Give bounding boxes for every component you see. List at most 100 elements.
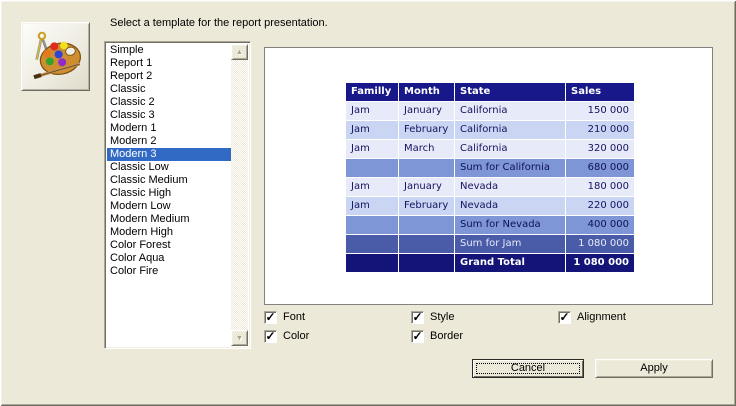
table-cell: Sum for Jam xyxy=(455,235,565,253)
checkbox-border-label: Border xyxy=(430,330,463,343)
template-option[interactable]: Simple xyxy=(107,44,231,57)
table-cell: California xyxy=(455,102,565,120)
column-header: State xyxy=(455,83,565,101)
palette-icon xyxy=(21,22,90,91)
column-header: Familly xyxy=(346,83,398,101)
table-cell xyxy=(399,159,454,177)
preview-table-header-row: Familly Month State Sales xyxy=(346,83,634,101)
listbox-scrollbar[interactable]: ▲ ▼ xyxy=(231,44,248,346)
table-row-grand-total: Grand Total 1 080 000 xyxy=(346,254,634,272)
cancel-button-label: Cancel xyxy=(511,362,545,374)
checkbox-alignment-box[interactable]: ✓ xyxy=(558,311,571,324)
template-option[interactable]: Color Forest xyxy=(107,239,231,252)
table-cell: 210 000 xyxy=(566,121,634,139)
table-cell: 180 000 xyxy=(566,178,634,196)
table-cell: February xyxy=(399,121,454,139)
table-row-subtotal: Sum for Jam 1 080 000 xyxy=(346,235,634,253)
table-cell xyxy=(346,216,398,234)
template-list-items: Simple Report 1 Report 2 Classic Classic… xyxy=(107,44,231,346)
cancel-button[interactable]: Cancel xyxy=(472,359,584,378)
template-option[interactable]: Classic xyxy=(107,83,231,96)
check-icon: ✓ xyxy=(265,312,275,322)
table-cell: 400 000 xyxy=(566,216,634,234)
table-row: Jam January Nevada 180 000 xyxy=(346,178,634,196)
template-option[interactable]: Classic Medium xyxy=(107,174,231,187)
template-option[interactable]: Modern Low xyxy=(107,200,231,213)
table-cell: 150 000 xyxy=(566,102,634,120)
table-cell: Jam xyxy=(346,178,398,196)
table-cell: January xyxy=(399,102,454,120)
checkbox-color[interactable]: ✓ Color xyxy=(264,330,309,343)
checkbox-style-box[interactable]: ✓ xyxy=(411,311,424,324)
check-icon: ✓ xyxy=(412,331,422,341)
template-listbox[interactable]: Simple Report 1 Report 2 Classic Classic… xyxy=(104,41,251,349)
instruction-label: Select a template for the report present… xyxy=(110,17,328,29)
up-arrow-icon: ▲ xyxy=(236,49,243,56)
apply-button-label: Apply xyxy=(640,362,668,374)
check-icon: ✓ xyxy=(412,312,422,322)
table-cell xyxy=(399,216,454,234)
table-cell: 320 000 xyxy=(566,140,634,158)
check-icon: ✓ xyxy=(265,331,275,341)
down-arrow-icon: ▼ xyxy=(236,335,243,342)
template-option[interactable]: Modern 1 xyxy=(107,122,231,135)
table-cell: January xyxy=(399,178,454,196)
table-row: Jam January California 150 000 xyxy=(346,102,634,120)
checkbox-border-box[interactable]: ✓ xyxy=(411,330,424,343)
column-header: Month xyxy=(399,83,454,101)
table-row: Jam March California 320 000 xyxy=(346,140,634,158)
table-cell: 680 000 xyxy=(566,159,634,177)
table-cell xyxy=(346,159,398,177)
table-row: Jam February Nevada 220 000 xyxy=(346,197,634,215)
table-cell: 220 000 xyxy=(566,197,634,215)
check-icon: ✓ xyxy=(559,312,569,322)
table-cell: Sum for Nevada xyxy=(455,216,565,234)
template-option-selected[interactable]: Modern 3 xyxy=(107,148,231,161)
template-option[interactable]: Classic Low xyxy=(107,161,231,174)
palette-icon-art xyxy=(27,28,85,86)
table-cell: March xyxy=(399,140,454,158)
table-cell xyxy=(399,254,454,272)
template-option[interactable]: Classic 2 xyxy=(107,96,231,109)
checkbox-alignment[interactable]: ✓ Alignment xyxy=(558,311,626,324)
table-cell xyxy=(346,254,398,272)
template-option[interactable]: Classic 3 xyxy=(107,109,231,122)
template-option[interactable]: Report 1 xyxy=(107,57,231,70)
table-cell: Nevada xyxy=(455,197,565,215)
checkbox-border[interactable]: ✓ Border xyxy=(411,330,463,343)
table-cell: Jam xyxy=(346,197,398,215)
table-cell: February xyxy=(399,197,454,215)
table-cell: Jam xyxy=(346,102,398,120)
checkbox-style-label: Style xyxy=(430,311,454,324)
template-option[interactable]: Modern 2 xyxy=(107,135,231,148)
table-cell: Nevada xyxy=(455,178,565,196)
checkbox-style[interactable]: ✓ Style xyxy=(411,311,454,324)
table-row-subtotal: Sum for California 680 000 xyxy=(346,159,634,177)
table-cell: Jam xyxy=(346,121,398,139)
template-option[interactable]: Modern Medium xyxy=(107,213,231,226)
table-row: Jam February California 210 000 xyxy=(346,121,634,139)
table-cell: 1 080 000 xyxy=(566,254,634,272)
checkbox-font-label: Font xyxy=(283,311,305,324)
template-option[interactable]: Classic High xyxy=(107,187,231,200)
table-cell: Sum for California xyxy=(455,159,565,177)
template-option[interactable]: Color Aqua xyxy=(107,252,231,265)
apply-button[interactable]: Apply xyxy=(595,359,713,378)
checkbox-font-box[interactable]: ✓ xyxy=(264,311,277,324)
table-cell: 1 080 000 xyxy=(566,235,634,253)
template-option[interactable]: Modern High xyxy=(107,226,231,239)
table-cell xyxy=(346,235,398,253)
table-cell: California xyxy=(455,121,565,139)
template-option[interactable]: Report 2 xyxy=(107,70,231,83)
checkbox-font[interactable]: ✓ Font xyxy=(264,311,305,324)
table-row-subtotal: Sum for Nevada 400 000 xyxy=(346,216,634,234)
checkbox-alignment-label: Alignment xyxy=(577,311,626,324)
table-cell: California xyxy=(455,140,565,158)
scroll-up-button[interactable]: ▲ xyxy=(231,44,248,60)
checkbox-color-box[interactable]: ✓ xyxy=(264,330,277,343)
checkbox-color-label: Color xyxy=(283,330,309,343)
template-option[interactable]: Color Fire xyxy=(107,265,231,278)
table-cell: Grand Total xyxy=(455,254,565,272)
preview-table: Familly Month State Sales Jam January Ca… xyxy=(345,82,635,273)
scroll-down-button[interactable]: ▼ xyxy=(231,330,248,346)
